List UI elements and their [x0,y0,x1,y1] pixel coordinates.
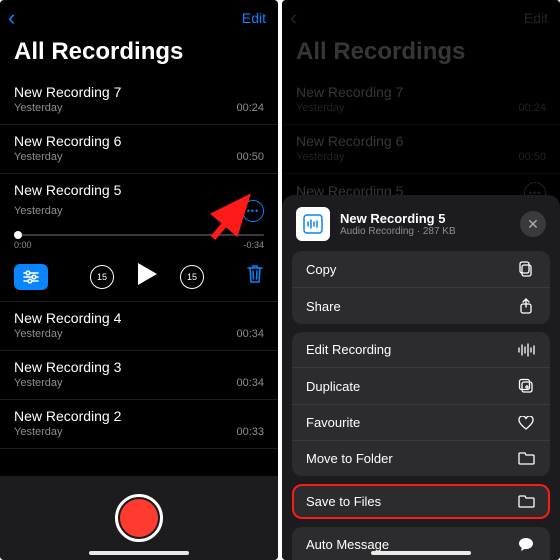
menu-label: Auto Message [306,537,389,552]
menu-group-highlighted: Save to Files [292,484,550,519]
waveform-doc-icon [301,212,325,236]
skip-back-icon: 15 [90,265,114,289]
recording-date: Yesterday [14,151,63,163]
menu-copy[interactable]: Copy [292,251,550,288]
heart-icon [516,416,536,430]
recording-date: Yesterday [14,328,63,340]
folder-icon [516,495,536,508]
record-toolbar [0,476,278,560]
playback-options-button[interactable] [14,264,48,290]
skip-back-button[interactable]: 15 [90,265,114,289]
menu-favourite[interactable]: Favourite [292,405,550,441]
chat-bubble-icon [516,537,536,552]
trash-icon [246,264,264,284]
playback-controls: 15 15 [0,256,278,302]
menu-group: Edit Recording Duplicate Favourite Move … [292,332,550,476]
page-title: All Recordings [0,32,278,76]
menu-group: Copy Share [292,251,550,324]
menu-label: Duplicate [306,379,360,394]
share-icon [516,298,536,314]
scrubber-time-start: 0:00 [14,240,32,250]
playback-scrubber[interactable] [14,234,264,236]
copy-icon [516,261,536,277]
recording-duration: 00:50 [236,151,264,163]
recording-date: Yesterday [14,377,63,389]
menu-save-to-files[interactable]: Save to Files [292,484,550,519]
duplicate-icon [516,378,536,394]
recording-title: New Recording 6 [14,133,121,149]
recording-duration: 00:33 [236,426,264,438]
menu-label: Save to Files [306,494,381,509]
panel-recordings-list: ‹ Edit All Recordings New Recording 7 Ye… [0,0,278,560]
recording-title: New Recording 5 [14,182,121,198]
menu-duplicate[interactable]: Duplicate [292,368,550,405]
skip-forward-button[interactable]: 15 [180,265,204,289]
menu-group: Auto Message Resize Image [292,527,550,560]
recording-row[interactable]: New Recording 2 Yesterday 00:33 [0,400,278,449]
recording-thumb [296,207,330,241]
recording-row-selected[interactable]: New Recording 5 Yesterday ••• 0:00 -0:34 [0,174,278,256]
recording-title: New Recording 7 [14,84,121,100]
waveform-icon [516,343,536,357]
home-indicator[interactable] [89,551,189,555]
recording-title: New Recording 3 [14,359,121,375]
sheet-header: New Recording 5 Audio Recording · 287 KB… [292,205,550,251]
menu-auto-message[interactable]: Auto Message [292,527,550,560]
recording-row[interactable]: New Recording 6 Yesterday 00:50 [0,125,278,174]
sheet-subtitle: Audio Recording · 287 KB [340,226,510,237]
home-indicator[interactable] [371,551,471,555]
recording-date: Yesterday [14,426,63,438]
recording-date: Yesterday [14,205,63,217]
recording-row[interactable]: New Recording 4 Yesterday 00:34 [0,302,278,351]
record-button[interactable] [115,494,163,542]
recording-row[interactable]: New Recording 7 Yesterday 00:24 [0,76,278,125]
close-icon: ✕ [527,216,539,233]
nav-bar: ‹ Edit [0,0,278,32]
play-button[interactable] [136,262,158,291]
recording-row[interactable]: New Recording 3 Yesterday 00:34 [0,351,278,400]
menu-label: Favourite [306,415,360,430]
folder-icon [516,452,536,465]
record-icon [120,499,158,537]
play-icon [136,262,158,286]
edit-button[interactable]: Edit [242,10,266,26]
menu-label: Share [306,299,341,314]
ellipsis-icon: ••• [247,207,259,216]
menu-label: Move to Folder [306,451,393,466]
scrubber-time-end: -0:34 [243,240,264,250]
recording-duration: 00:34 [236,377,264,389]
recording-duration: 00:34 [236,328,264,340]
recording-date: Yesterday [14,102,63,114]
menu-label: Copy [306,262,336,277]
skip-forward-icon: 15 [180,265,204,289]
more-options-button[interactable]: ••• [242,200,264,222]
scrubber-knob[interactable] [14,231,22,239]
delete-button[interactable] [246,264,264,289]
recording-title: New Recording 2 [14,408,121,424]
back-chevron-icon[interactable]: ‹ [8,7,15,29]
sliders-icon [22,270,40,284]
recording-duration: 00:24 [236,102,264,114]
recordings-list: New Recording 7 Yesterday 00:24 New Reco… [0,76,278,449]
menu-edit-recording[interactable]: Edit Recording [292,332,550,368]
panel-share-sheet: ‹ Edit All Recordings New Recording 7 Ye… [282,0,560,560]
menu-move[interactable]: Move to Folder [292,441,550,476]
recording-title: New Recording 4 [14,310,121,326]
sheet-title: New Recording 5 [340,211,510,226]
menu-share[interactable]: Share [292,288,550,324]
share-sheet: New Recording 5 Audio Recording · 287 KB… [282,195,560,560]
menu-label: Edit Recording [306,342,391,357]
sheet-close-button[interactable]: ✕ [520,211,546,237]
